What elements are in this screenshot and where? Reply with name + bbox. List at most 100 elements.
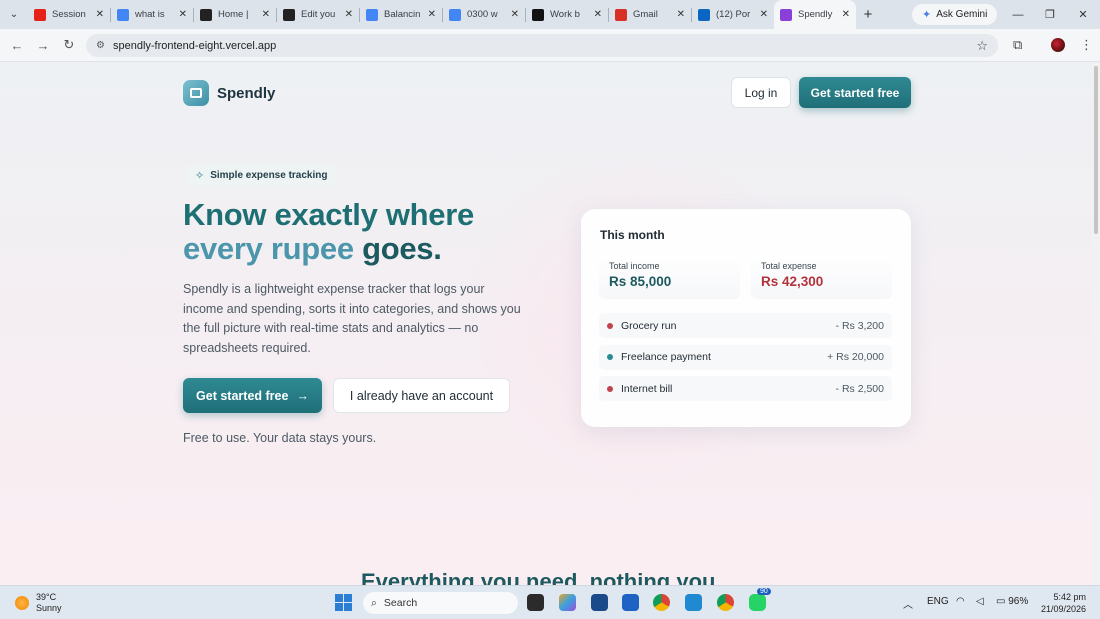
browser-tab[interactable]: (12) Por ✕	[692, 0, 774, 29]
feature-pill: ✧ Simple expense tracking	[185, 164, 338, 186]
free-note: Free to use. Your data stays yours.	[183, 431, 377, 445]
task-view-icon[interactable]	[527, 594, 544, 611]
feature-pill-label: Simple expense tracking	[210, 169, 328, 181]
close-tab-icon[interactable]: ✕	[842, 9, 850, 20]
browser-tab[interactable]: Gmail ✕	[609, 0, 691, 29]
browser-tab-title: (12) Por	[716, 9, 751, 20]
features-heading: Everything you need, nothing you	[361, 569, 716, 585]
minimize-button[interactable]: —	[1002, 0, 1034, 29]
profile-avatar[interactable]	[1051, 38, 1065, 52]
have-account-button[interactable]: I already have an account	[333, 378, 510, 413]
page-scrollbar[interactable]	[1092, 62, 1100, 585]
get-started-nav-button[interactable]: Get started free	[799, 77, 911, 108]
monthly-summary-card: This month Total income Rs 85,000 Total …	[581, 209, 911, 427]
language-indicator[interactable]: ENG	[927, 596, 949, 607]
volume-icon[interactable]: ◁	[976, 596, 984, 607]
tray-chevron-icon[interactable]: ︿	[903, 596, 913, 611]
wix-icon	[283, 8, 295, 21]
google-icon	[117, 8, 129, 21]
site-info-icon[interactable]: ⚙	[96, 40, 105, 51]
clock-time: 5:42 pm	[1053, 592, 1087, 602]
weather-widget[interactable]: 39°C Sunny	[15, 592, 62, 614]
wifi-icon[interactable]: ◠	[956, 596, 965, 607]
wix-icon	[200, 8, 212, 21]
income-label: Total income	[609, 261, 660, 271]
browser-tab[interactable]: what is ✕	[111, 0, 193, 29]
hero-title-end: goes.	[353, 231, 442, 266]
transaction-amount: + Rs 20,000	[827, 351, 884, 363]
hero-title-accent: every rupee	[183, 231, 354, 266]
close-tab-icon[interactable]: ✕	[345, 9, 353, 20]
system-clock[interactable]: 5:42 pm 21/09/2026	[1041, 591, 1086, 615]
gemini-sparkle-icon: ✦	[922, 9, 932, 21]
browser-tab[interactable]: Home | ✕	[194, 0, 276, 29]
page-viewport: Spendly Log in Get started free ✧ Simple…	[0, 62, 1100, 585]
reload-icon[interactable]: ↻	[56, 37, 82, 53]
store-icon[interactable]	[591, 594, 608, 611]
brand-logo-link[interactable]: Spendly	[183, 80, 275, 106]
close-window-button[interactable]: ✕	[1067, 0, 1099, 29]
browser-tab-title: Gmail	[633, 9, 658, 20]
browser-tab[interactable]: Work b ✕	[526, 0, 608, 29]
browser-tab[interactable]: Session ✕	[28, 0, 110, 29]
browser-tab[interactable]: Balancin ✕	[360, 0, 442, 29]
back-icon[interactable]: ←	[4, 38, 30, 53]
chrome-profile-icon[interactable]	[717, 594, 734, 611]
close-tab-icon[interactable]: ✕	[262, 9, 270, 20]
tab-list: Session ✕ what is ✕ Home | ✕ Edit you ✕ Balancin…	[28, 0, 856, 29]
extensions-icon[interactable]: ⧉	[1013, 37, 1022, 53]
taskbar-search[interactable]: ⌕ Search	[363, 592, 518, 614]
transaction-label: Freelance payment	[621, 351, 711, 363]
vscode-icon[interactable]	[685, 594, 702, 611]
transaction-row: Grocery run - Rs 3,200	[599, 313, 892, 338]
address-bar[interactable]: ⚙ spendly-frontend-eight.vercel.app ☆	[86, 34, 998, 57]
close-tab-icon[interactable]: ✕	[179, 9, 187, 20]
browser-tab[interactable]: Spendly ✕	[774, 0, 856, 29]
close-tab-icon[interactable]: ✕	[428, 9, 436, 20]
battery-level: 96%	[1008, 596, 1029, 607]
expense-label: Total expense	[761, 261, 817, 271]
transaction-label: Internet bill	[621, 382, 673, 395]
transaction-row: Internet bill - Rs 2,500	[599, 376, 892, 401]
card-heading: This month	[600, 228, 665, 242]
browser-tab-title: Edit you	[301, 9, 336, 20]
transaction-row: Freelance payment + Rs 20,000	[599, 344, 892, 370]
close-tab-icon[interactable]: ✕	[511, 9, 519, 20]
sun-icon	[15, 596, 29, 610]
browser-tab-title: Session	[52, 9, 86, 20]
transaction-amount: - Rs 3,200	[835, 319, 884, 332]
close-tab-icon[interactable]: ✕	[677, 9, 685, 20]
close-tab-icon[interactable]: ✕	[594, 9, 602, 20]
forward-icon[interactable]: →	[30, 38, 56, 53]
restore-button[interactable]: ❐	[1034, 0, 1066, 29]
sparkles-icon: ✧	[195, 169, 205, 182]
whatsapp-badge: 90	[757, 588, 771, 595]
clock-date: 21/09/2026	[1041, 604, 1087, 614]
hero-title-line1: Know exactly where	[183, 197, 474, 232]
outlook-icon[interactable]	[622, 594, 639, 611]
new-tab-button[interactable]: +	[856, 6, 880, 23]
notion-icon	[532, 8, 544, 21]
close-tab-icon[interactable]: ✕	[96, 9, 104, 20]
login-button[interactable]: Log in	[731, 77, 791, 108]
linkedin-icon	[698, 8, 710, 21]
more-menu-icon[interactable]: ⋮	[1080, 37, 1093, 53]
browser-tab[interactable]: Edit you ✕	[277, 0, 359, 29]
get-started-hero-button[interactable]: Get started free →	[183, 378, 322, 413]
bookmark-star-icon[interactable]: ☆	[976, 38, 988, 54]
ask-gemini-button[interactable]: ✦ Ask Gemini	[912, 4, 998, 25]
whatsapp-icon[interactable]	[749, 594, 766, 611]
close-tab-icon[interactable]: ✕	[760, 9, 768, 20]
browser-tab-title: Home |	[218, 9, 249, 20]
chrome-icon[interactable]	[653, 594, 670, 611]
tab-search-chevron-icon[interactable]: ⌄	[0, 0, 28, 29]
scrollbar-thumb[interactable]	[1094, 66, 1098, 234]
youtube-icon	[34, 8, 46, 21]
get-started-hero-label: Get started free	[196, 388, 289, 403]
total-expense-stat: Total expense Rs 42,300	[751, 251, 892, 299]
copilot-icon[interactable]	[559, 594, 576, 611]
hero-title: Know exactly where every rupee goes.	[183, 198, 474, 266]
battery-indicator[interactable]: ▭ 96%	[996, 596, 1028, 607]
browser-tab[interactable]: 0300 w ✕	[443, 0, 525, 29]
windows-start-icon[interactable]	[335, 594, 352, 611]
